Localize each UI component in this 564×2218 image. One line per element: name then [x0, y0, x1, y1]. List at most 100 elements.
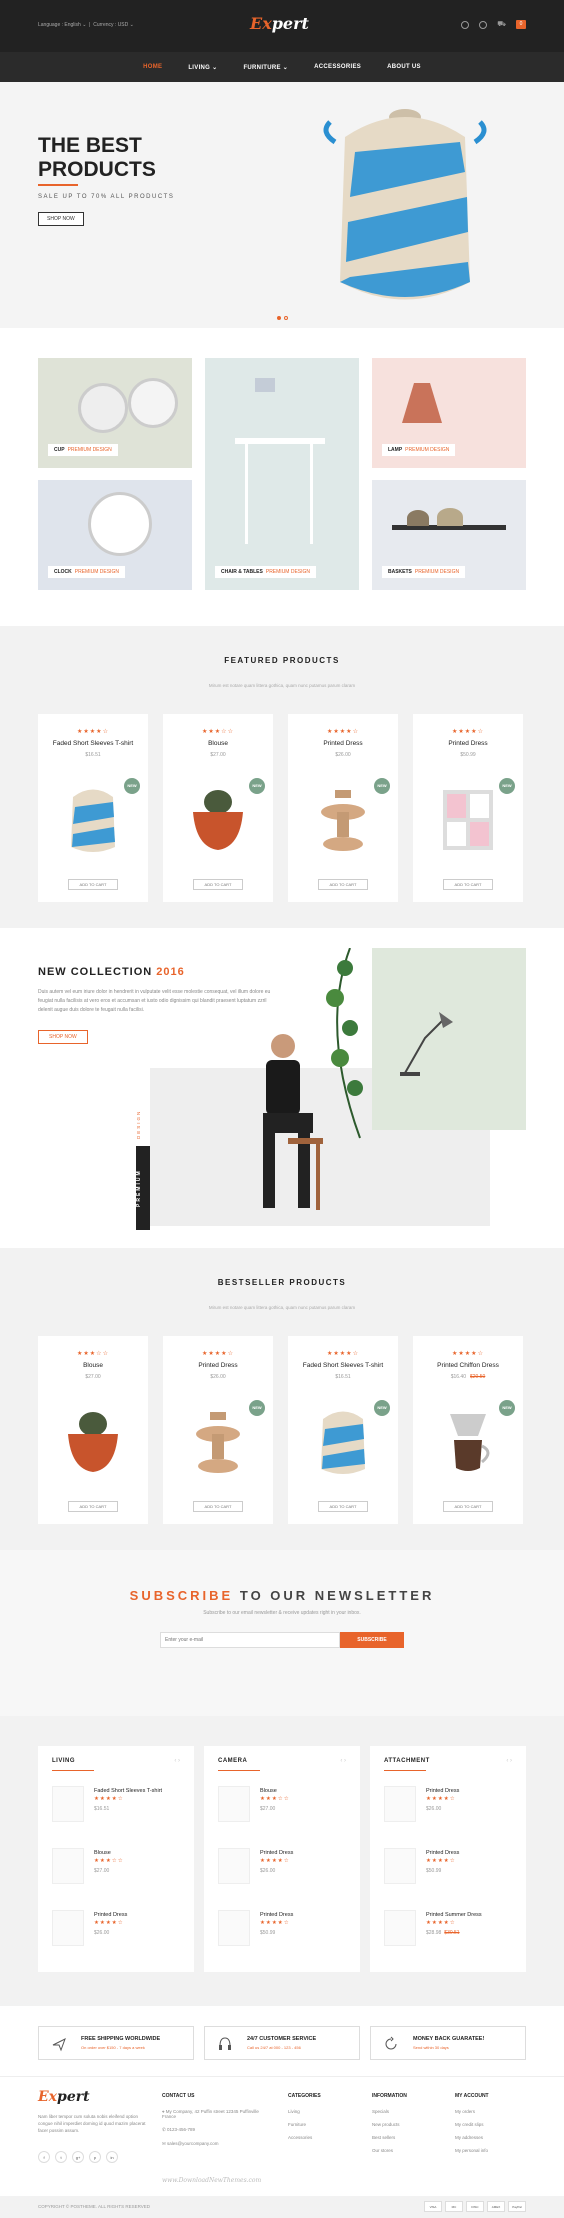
footer-link[interactable]: My addresses [455, 2135, 489, 2140]
category-chair-tables[interactable]: CHAIR & TABLES PREMIUM DESIGN [205, 358, 359, 590]
footer-link[interactable]: Our stores [372, 2148, 407, 2153]
gear-icon[interactable] [479, 20, 488, 29]
product-card[interactable]: ★★★★☆ Printed Chiffon Dress $16.40 $20.50… [413, 1336, 523, 1524]
product-card[interactable]: ★★★★☆ Printed Dress $50.99 NEW ADD TO CA… [413, 714, 523, 902]
product-name[interactable]: Printed Chiffon Dress [413, 1362, 523, 1369]
add-to-cart-button[interactable]: ADD TO CART [318, 1501, 368, 1512]
category-banners: CUP PREMIUM DESIGN CLOCK PREMIUM DESIGN CH… [0, 328, 564, 626]
email-text[interactable]: ✉ sales@yourcompany.com [162, 2141, 272, 2147]
site-logo[interactable]: Expert [250, 14, 309, 33]
cart-icon[interactable]: ⛟ [497, 20, 506, 29]
product-image[interactable] [178, 1404, 258, 1479]
product-image[interactable] [303, 782, 383, 857]
product-name[interactable]: Printed Dress [288, 740, 398, 747]
twitter-icon[interactable]: t [55, 2151, 67, 2163]
footer-link[interactable]: Furniture [288, 2122, 321, 2127]
category-cup[interactable]: CUP PREMIUM DESIGN [38, 358, 192, 468]
add-to-cart-button[interactable]: ADD TO CART [193, 1501, 243, 1512]
add-to-cart-button[interactable]: ADD TO CART [443, 879, 493, 890]
add-to-cart-button[interactable]: ADD TO CART [68, 879, 118, 890]
product-name[interactable]: Blouse [163, 740, 273, 747]
product-name[interactable]: Printed Dress [163, 1362, 273, 1369]
currency-selector[interactable]: Currency : USD [93, 22, 128, 28]
hero-slider: THE BEST PRODUCTS SALE UP TO 70% ALL PROD… [0, 82, 564, 328]
newsletter-section: SUBSCRIBE TO OUR NEWSLETTER Subscribe to… [0, 1550, 564, 1716]
list-item[interactable]: Printed Dress ★★★★☆ $26.00 [218, 1848, 346, 1892]
nav-home[interactable]: HOME [143, 64, 162, 70]
list-item[interactable]: Faded Short Sleeves T-shirt ★★★★☆ $16.51 [52, 1786, 180, 1830]
collection-shop-button[interactable]: SHOP NOW [38, 1030, 88, 1044]
add-to-cart-button[interactable]: ADD TO CART [318, 879, 368, 890]
slider-dot[interactable] [277, 316, 281, 320]
product-name[interactable]: Printed Dress [413, 740, 523, 747]
footer-link[interactable]: My personal info [455, 2148, 489, 2153]
footer-logo[interactable]: Expert [38, 2089, 90, 2105]
product-image[interactable] [428, 1404, 508, 1479]
footer-link[interactable]: New products [372, 2122, 407, 2127]
slider-dot[interactable] [284, 316, 288, 320]
footer-link[interactable]: Specials [372, 2109, 407, 2114]
list-item[interactable]: Printed Dress ★★★★☆ $50.99 [218, 1910, 346, 1954]
address-text: ⌖ My Company, 42 Puffin street 12345 Puf… [162, 2109, 259, 2119]
nav-accessories[interactable]: ACCESSORIES [314, 64, 361, 70]
category-lamp[interactable]: LAMP PREMIUM DESIGN [372, 358, 526, 468]
footer-link[interactable]: My credit slips [455, 2122, 489, 2127]
list-item[interactable]: Blouse ★★★☆☆ $27.00 [218, 1786, 346, 1830]
newsletter-email-input[interactable] [160, 1632, 340, 1648]
list-item[interactable]: Printed Dress ★★★★☆ $50.99 [384, 1848, 512, 1892]
slider-dots[interactable] [277, 316, 288, 320]
footer-link[interactable]: My orders [455, 2109, 489, 2114]
pinterest-icon[interactable]: p [89, 2151, 101, 2163]
hero-shop-button[interactable]: SHOP NOW [38, 212, 84, 226]
footer-link[interactable]: Living [288, 2109, 321, 2114]
nav-living[interactable]: LIVING ⌄ [188, 64, 217, 71]
list-arrows[interactable]: ‹ › [174, 1758, 180, 1764]
footer-link[interactable]: Accessories [288, 2135, 321, 2140]
language-selector[interactable]: Language : English [38, 22, 81, 28]
cart-count-badge[interactable]: 0 [516, 20, 526, 29]
discover-icon: DISC [466, 2201, 484, 2212]
lang-currency[interactable]: Language : English ⌄ | Currency : USD ⌄ [38, 22, 134, 28]
category-baskets[interactable]: BASKETS PREMIUM DESIGN [372, 480, 526, 590]
add-to-cart-button[interactable]: ADD TO CART [68, 1501, 118, 1512]
product-name[interactable]: Faded Short Sleeves T-shirt [38, 740, 148, 747]
product-card[interactable]: ★★★☆☆ Blouse $27.00 NEW ADD TO CART [163, 714, 273, 902]
product-name[interactable]: Blouse [38, 1362, 148, 1369]
service-support: 24/7 CUSTOMER SERVICE Call us 24/7 at 000… [204, 2026, 360, 2060]
mastercard-icon: MC [445, 2201, 463, 2212]
list-item[interactable]: Blouse ★★★☆☆ $27.00 [52, 1848, 180, 1892]
product-card[interactable]: ★★★★☆ Printed Dress $26.00 NEW ADD TO CA… [288, 714, 398, 902]
list-item[interactable]: Printed Summer Dress ★★★★☆ $28.98 $30.51 [384, 1910, 512, 1954]
nav-furniture[interactable]: FURNITURE ⌄ [243, 64, 288, 71]
list-item[interactable]: Printed Dress ★★★★☆ $26.00 [384, 1786, 512, 1830]
product-image[interactable] [53, 1404, 133, 1479]
nav-about[interactable]: ABOUT US [387, 64, 421, 70]
design-vertical-label: DESIGN [136, 1109, 141, 1139]
facebook-icon[interactable]: f [38, 2151, 50, 2163]
product-image[interactable] [53, 782, 133, 857]
add-to-cart-button[interactable]: ADD TO CART [443, 1501, 493, 1512]
product-image[interactable] [303, 1404, 383, 1479]
product-card[interactable]: ★★★★☆ Faded Short Sleeves T-shirt $16.51… [288, 1336, 398, 1524]
list-arrows[interactable]: ‹ › [340, 1758, 346, 1764]
product-image[interactable] [178, 782, 258, 857]
product-card[interactable]: ★★★★☆ Printed Dress $26.00 NEW ADD TO CA… [163, 1336, 273, 1524]
list-camera: CAMERA ‹ › Blouse ★★★☆☆ $27.00 Printed Dre… [204, 1746, 360, 1972]
subscribe-button[interactable]: SUBSCRIBE [340, 1632, 404, 1648]
product-image[interactable] [428, 782, 508, 857]
product-card[interactable]: ★★★☆☆ Blouse $27.00 ADD TO CART [38, 1336, 148, 1524]
google-plus-icon[interactable]: g+ [72, 2151, 84, 2163]
product-name[interactable]: Faded Short Sleeves T-shirt [288, 1362, 398, 1369]
amex-icon: AMEX [487, 2201, 505, 2212]
instagram-icon[interactable]: in [106, 2151, 118, 2163]
list-item[interactable]: Printed Dress ★★★★☆ $26.00 [52, 1910, 180, 1954]
product-price: $16.40 $20.50 [450, 1374, 486, 1380]
refresh-icon [385, 2036, 397, 2050]
product-card[interactable]: ★★★★☆ Faded Short Sleeves T-shirt $16.51… [38, 714, 148, 902]
search-icon[interactable] [461, 20, 470, 29]
category-clock[interactable]: CLOCK PREMIUM DESIGN [38, 480, 192, 590]
footer-link[interactable]: Best sellers [372, 2135, 407, 2140]
add-to-cart-button[interactable]: ADD TO CART [193, 879, 243, 890]
hero-title: THE BEST PRODUCTS [38, 134, 156, 181]
list-arrows[interactable]: ‹ › [506, 1758, 512, 1764]
